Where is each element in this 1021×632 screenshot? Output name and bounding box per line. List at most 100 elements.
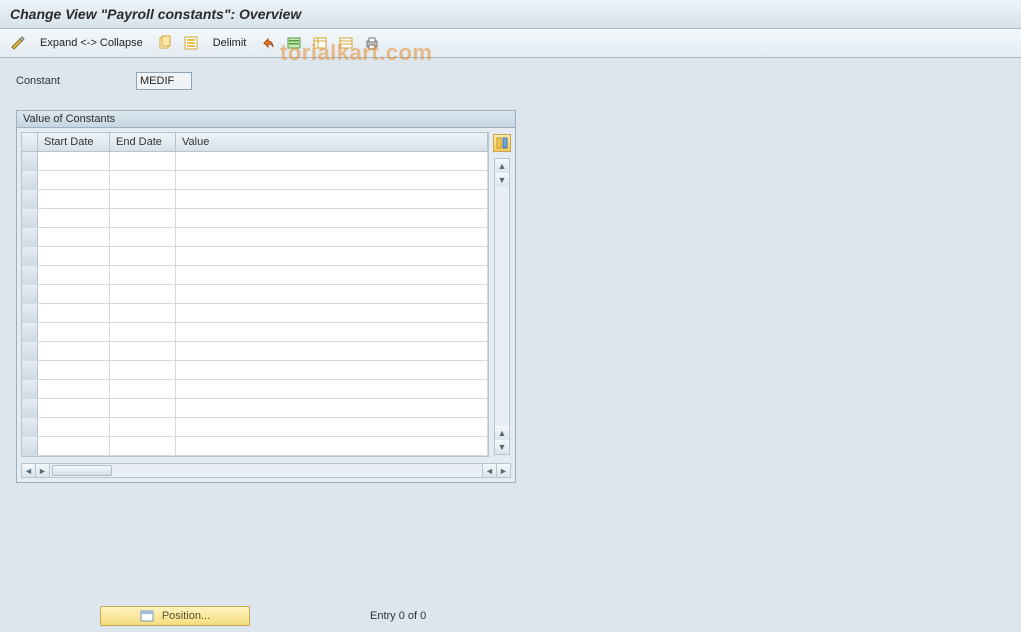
cell-value[interactable] — [176, 399, 488, 417]
row-selector[interactable] — [22, 190, 38, 208]
scroll-thumb[interactable] — [52, 465, 112, 476]
cell-value[interactable] — [176, 304, 488, 322]
table-row[interactable] — [22, 209, 488, 228]
cell-start-date[interactable] — [38, 437, 110, 455]
cell-end-date[interactable] — [110, 190, 176, 208]
table-row[interactable] — [22, 285, 488, 304]
scroll-right-icon[interactable]: ► — [496, 464, 510, 477]
row-selector[interactable] — [22, 152, 38, 170]
cell-value[interactable] — [176, 247, 488, 265]
table-row[interactable] — [22, 418, 488, 437]
scroll-left-inner-icon[interactable]: ◄ — [482, 464, 496, 477]
row-selector[interactable] — [22, 209, 38, 227]
table-row[interactable] — [22, 361, 488, 380]
row-selector[interactable] — [22, 418, 38, 436]
table-row[interactable] — [22, 152, 488, 171]
cell-end-date[interactable] — [110, 380, 176, 398]
cell-end-date[interactable] — [110, 437, 176, 455]
row-selector[interactable] — [22, 361, 38, 379]
col-start-date[interactable]: Start Date — [38, 133, 110, 151]
undo-icon[interactable] — [258, 33, 278, 53]
cell-end-date[interactable] — [110, 228, 176, 246]
table-row[interactable] — [22, 228, 488, 247]
cell-start-date[interactable] — [38, 361, 110, 379]
row-selector[interactable] — [22, 266, 38, 284]
cell-value[interactable] — [176, 323, 488, 341]
cell-end-date[interactable] — [110, 209, 176, 227]
cell-value[interactable] — [176, 171, 488, 189]
scroll-right-inner-icon[interactable]: ► — [36, 464, 50, 477]
horizontal-scrollbar[interactable]: ◄ ► ◄ ► — [21, 463, 511, 478]
table-row[interactable] — [22, 437, 488, 456]
cell-start-date[interactable] — [38, 209, 110, 227]
row-selector[interactable] — [22, 342, 38, 360]
table-row[interactable] — [22, 247, 488, 266]
cell-start-date[interactable] — [38, 171, 110, 189]
cell-value[interactable] — [176, 152, 488, 170]
cell-value[interactable] — [176, 190, 488, 208]
cell-start-date[interactable] — [38, 285, 110, 303]
cell-end-date[interactable] — [110, 285, 176, 303]
scroll-up-icon[interactable]: ▲ — [495, 159, 509, 173]
cell-end-date[interactable] — [110, 247, 176, 265]
toggle-display-change-icon[interactable] — [8, 33, 28, 53]
table-row[interactable] — [22, 171, 488, 190]
table-row[interactable] — [22, 266, 488, 285]
cell-value[interactable] — [176, 437, 488, 455]
col-end-date[interactable]: End Date — [110, 133, 176, 151]
cell-value[interactable] — [176, 418, 488, 436]
cell-start-date[interactable] — [38, 380, 110, 398]
cell-end-date[interactable] — [110, 418, 176, 436]
cell-end-date[interactable] — [110, 266, 176, 284]
position-button[interactable]: Position... — [100, 606, 250, 626]
vertical-scrollbar[interactable]: ▲ ▼ ▲ ▼ — [494, 158, 510, 455]
constant-input[interactable] — [136, 72, 192, 90]
row-selector[interactable] — [22, 228, 38, 246]
table-view-icon[interactable] — [310, 33, 330, 53]
table-row[interactable] — [22, 380, 488, 399]
cell-start-date[interactable] — [38, 247, 110, 265]
cell-end-date[interactable] — [110, 152, 176, 170]
cell-end-date[interactable] — [110, 342, 176, 360]
cell-end-date[interactable] — [110, 361, 176, 379]
row-selector[interactable] — [22, 285, 38, 303]
table-row[interactable] — [22, 323, 488, 342]
cell-start-date[interactable] — [38, 323, 110, 341]
row-selector[interactable] — [22, 304, 38, 322]
expand-collapse-button[interactable]: Expand <-> Collapse — [34, 35, 149, 51]
cell-start-date[interactable] — [38, 152, 110, 170]
cell-value[interactable] — [176, 228, 488, 246]
cell-end-date[interactable] — [110, 323, 176, 341]
table-view2-icon[interactable] — [336, 33, 356, 53]
select-all-icon[interactable] — [181, 33, 201, 53]
cell-start-date[interactable] — [38, 266, 110, 284]
cell-end-date[interactable] — [110, 399, 176, 417]
cell-start-date[interactable] — [38, 399, 110, 417]
row-selector[interactable] — [22, 247, 38, 265]
cell-value[interactable] — [176, 209, 488, 227]
row-selector[interactable] — [22, 323, 38, 341]
cell-value[interactable] — [176, 266, 488, 284]
new-entries-icon[interactable] — [284, 33, 304, 53]
table-row[interactable] — [22, 190, 488, 209]
scroll-down-icon[interactable]: ▼ — [495, 440, 509, 454]
scroll-left-icon[interactable]: ◄ — [22, 464, 36, 477]
cell-start-date[interactable] — [38, 304, 110, 322]
cell-start-date[interactable] — [38, 228, 110, 246]
cell-start-date[interactable] — [38, 342, 110, 360]
delimit-button[interactable]: Delimit — [207, 35, 253, 51]
configure-columns-icon[interactable] — [493, 134, 511, 152]
scroll-up-bottom-icon[interactable]: ▲ — [495, 426, 509, 440]
table-row[interactable] — [22, 304, 488, 323]
copy-icon[interactable] — [155, 33, 175, 53]
row-selector[interactable] — [22, 437, 38, 455]
cell-end-date[interactable] — [110, 171, 176, 189]
cell-value[interactable] — [176, 285, 488, 303]
table-row[interactable] — [22, 399, 488, 418]
table-row[interactable] — [22, 342, 488, 361]
cell-start-date[interactable] — [38, 190, 110, 208]
cell-start-date[interactable] — [38, 418, 110, 436]
scroll-down-top-icon[interactable]: ▼ — [495, 173, 509, 187]
print-icon[interactable] — [362, 33, 382, 53]
row-selector[interactable] — [22, 380, 38, 398]
